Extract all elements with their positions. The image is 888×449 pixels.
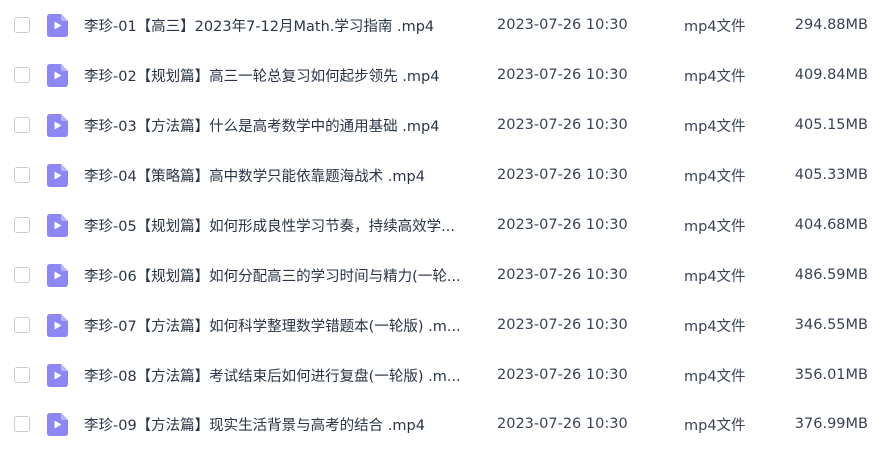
file-list: 李珍-01【高三】2023年7-12月Math.学习指南 .mp4 2023-0… — [0, 0, 888, 446]
file-row-2[interactable]: 李珍-02【规划篇】高三一轮总复习如何起步领先 .mp4 2023-07-26 … — [0, 50, 888, 100]
row-checkbox[interactable] — [14, 267, 30, 283]
file-size: 376.99MB — [794, 416, 868, 432]
file-date: 2023-07-26 10:30 — [497, 67, 628, 83]
file-type: mp4文件 — [684, 318, 746, 335]
file-name[interactable]: 李珍-06【规划篇】如何分配高三的学习时间与精力(一轮... — [84, 265, 474, 286]
file-name[interactable]: 李珍-09【方法篇】现实生活背景与高考的结合 .mp4 — [84, 414, 474, 435]
video-file-icon — [47, 213, 68, 237]
video-file-icon — [47, 113, 68, 137]
row-checkbox[interactable] — [14, 416, 30, 432]
row-checkbox[interactable] — [14, 217, 30, 233]
video-file-icon — [47, 412, 68, 436]
file-size: 409.84MB — [794, 67, 868, 83]
file-row-7[interactable]: 李珍-07【方法篇】如何科学整理数学错题本(一轮版) .m... 2023-07… — [0, 300, 888, 350]
file-date: 2023-07-26 10:30 — [497, 367, 628, 383]
file-date: 2023-07-26 10:30 — [497, 17, 628, 33]
row-checkbox[interactable] — [14, 117, 30, 133]
row-checkbox[interactable] — [14, 67, 30, 83]
file-size: 404.68MB — [794, 217, 868, 233]
row-checkbox[interactable] — [14, 17, 30, 33]
file-size: 405.15MB — [794, 117, 868, 133]
video-file-icon — [47, 163, 68, 187]
file-date: 2023-07-26 10:30 — [497, 167, 628, 183]
file-name[interactable]: 李珍-02【规划篇】高三一轮总复习如何起步领先 .mp4 — [84, 65, 474, 86]
file-row-4[interactable]: 李珍-04【策略篇】高中数学只能依靠题海战术 .mp4 2023-07-26 1… — [0, 150, 888, 200]
file-type: mp4文件 — [684, 417, 746, 434]
file-name[interactable]: 李珍-03【方法篇】什么是高考数学中的通用基础 .mp4 — [84, 115, 474, 136]
file-type: mp4文件 — [684, 268, 746, 285]
file-date: 2023-07-26 10:30 — [497, 217, 628, 233]
video-file-icon — [47, 313, 68, 337]
file-type: mp4文件 — [684, 18, 746, 35]
file-name[interactable]: 李珍-08【方法篇】考试结束后如何进行复盘(一轮版) .m... — [84, 365, 474, 386]
file-size: 405.33MB — [794, 167, 868, 183]
video-file-icon — [47, 63, 68, 87]
video-file-icon — [47, 263, 68, 287]
file-type: mp4文件 — [684, 368, 746, 385]
file-row-1[interactable]: 李珍-01【高三】2023年7-12月Math.学习指南 .mp4 2023-0… — [0, 0, 888, 50]
file-type: mp4文件 — [684, 118, 746, 135]
file-size: 346.55MB — [794, 317, 868, 333]
file-size: 356.01MB — [794, 367, 868, 383]
file-row-6[interactable]: 李珍-06【规划篇】如何分配高三的学习时间与精力(一轮... 2023-07-2… — [0, 250, 888, 300]
file-type: mp4文件 — [684, 68, 746, 85]
file-name[interactable]: 李珍-07【方法篇】如何科学整理数学错题本(一轮版) .m... — [84, 315, 474, 336]
file-type: mp4文件 — [684, 168, 746, 185]
file-name[interactable]: 李珍-01【高三】2023年7-12月Math.学习指南 .mp4 — [84, 15, 474, 36]
file-size: 294.88MB — [794, 17, 868, 33]
file-name[interactable]: 李珍-05【规划篇】如何形成良性学习节奏，持续高效学... — [84, 215, 474, 236]
video-file-icon — [47, 363, 68, 387]
file-row-3[interactable]: 李珍-03【方法篇】什么是高考数学中的通用基础 .mp4 2023-07-26 … — [0, 100, 888, 150]
file-type: mp4文件 — [684, 218, 746, 235]
row-checkbox[interactable] — [14, 367, 30, 383]
row-checkbox[interactable] — [14, 167, 30, 183]
file-row-5[interactable]: 李珍-05【规划篇】如何形成良性学习节奏，持续高效学... 2023-07-26… — [0, 200, 888, 250]
file-date: 2023-07-26 10:30 — [497, 317, 628, 333]
file-name[interactable]: 李珍-04【策略篇】高中数学只能依靠题海战术 .mp4 — [84, 165, 474, 186]
video-file-icon — [47, 13, 68, 37]
file-date: 2023-07-26 10:30 — [497, 117, 628, 133]
file-date: 2023-07-26 10:30 — [497, 416, 628, 432]
file-size: 486.59MB — [794, 267, 868, 283]
file-row-9[interactable]: 李珍-09【方法篇】现实生活背景与高考的结合 .mp4 2023-07-26 1… — [0, 399, 888, 449]
row-checkbox[interactable] — [14, 317, 30, 333]
file-row-8[interactable]: 李珍-08【方法篇】考试结束后如何进行复盘(一轮版) .m... 2023-07… — [0, 350, 888, 400]
file-date: 2023-07-26 10:30 — [497, 267, 628, 283]
